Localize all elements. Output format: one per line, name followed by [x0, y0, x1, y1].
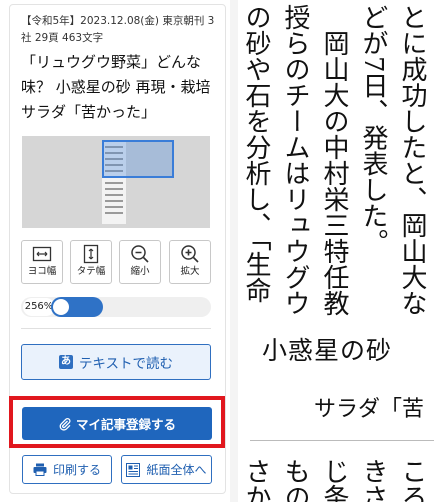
article-column: とに成功したと、岡山大な — [397, 4, 427, 316]
fit-width-icon — [32, 246, 52, 262]
article-column: もの — [280, 458, 310, 502]
zoom-out-icon — [131, 245, 149, 263]
full-page-label: 紙面全体へ — [146, 463, 207, 477]
page-thumbnail[interactable] — [22, 136, 210, 228]
zoom-in-icon — [181, 245, 199, 263]
newspaper-icon — [126, 462, 141, 477]
zoom-toggle[interactable] — [51, 297, 103, 317]
article-column: ころ — [397, 458, 427, 502]
print-label: 印刷する — [52, 463, 101, 477]
text-icon: あ — [58, 355, 73, 369]
zoom-control: 256% — [21, 297, 211, 317]
fit-height-label: タテ幅 — [76, 266, 106, 277]
zoom-in-button[interactable]: 拡大 — [169, 240, 211, 284]
article-viewer[interactable]: とに成功したと、岡山大な どが7日、発表した。 岡山大の中村栄三特任教 授らのチ… — [240, 0, 434, 502]
article-column: きさ — [358, 458, 388, 502]
article-column: じ条 — [319, 458, 349, 502]
article-column: どが7日、発表した。 — [358, 4, 388, 255]
zoom-in-label: 拡大 — [180, 266, 200, 277]
viewport-indicator[interactable] — [102, 140, 174, 178]
article-headline: 小惑星の砂 — [262, 336, 393, 365]
fit-height-button[interactable]: タテ幅 — [70, 240, 112, 284]
article-title: 「リュウグウ野菜」どんな味？ 小惑星の砂 再現・栽培 サラダ「苦かった」 — [21, 53, 211, 121]
print-button[interactable]: 印刷する — [22, 455, 112, 484]
article-column: さか — [241, 458, 271, 502]
zoom-out-label: 縮小 — [130, 266, 150, 277]
fit-height-icon — [83, 244, 99, 264]
article-column: の砂や石を分析し、「生命 — [241, 4, 271, 303]
divider — [21, 328, 211, 329]
full-page-button[interactable]: 紙面全体へ — [121, 455, 212, 484]
read-text-button[interactable]: あ テキストで読む — [21, 344, 211, 380]
divider — [250, 440, 434, 441]
paperclip-icon — [59, 417, 71, 431]
register-article-button[interactable]: マイ記事登録する — [22, 407, 212, 440]
article-subhead: サラダ「苦 — [314, 397, 425, 422]
fit-width-button[interactable]: ヨコ幅 — [21, 240, 63, 284]
article-column: 岡山大の中村栄三特任教 — [319, 4, 349, 316]
zoom-out-button[interactable]: 縮小 — [119, 240, 161, 284]
article-column: 授らのチームはリュウグウ — [280, 4, 310, 316]
article-meta: 【令和5年】2023.12.08(金) 東京朝刊 3社 29頁 463文字 — [21, 15, 215, 44]
scrollbar[interactable] — [230, 0, 238, 502]
printer-icon — [33, 463, 47, 476]
register-article-label: マイ記事登録する — [75, 417, 176, 432]
fit-width-label: ヨコ幅 — [27, 266, 57, 277]
toggle-knob — [53, 299, 69, 315]
read-text-label: テキストで読む — [78, 356, 174, 372]
